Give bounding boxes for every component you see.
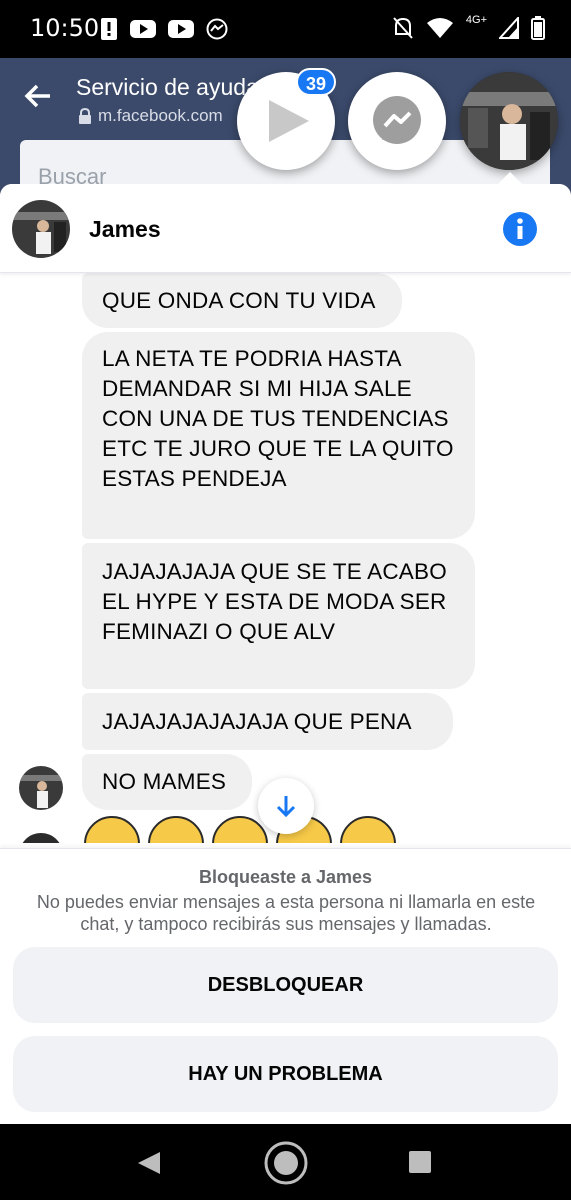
- messenger-icon: [373, 96, 421, 144]
- chat-header: James: [0, 184, 571, 273]
- page-url: m.facebook.com: [98, 106, 223, 125]
- emoji-message[interactable]: [84, 816, 396, 843]
- scroll-down-button[interactable]: [258, 778, 314, 834]
- contact-avatar[interactable]: [12, 200, 70, 258]
- lock-icon: [79, 108, 91, 124]
- back-arrow-icon[interactable]: [24, 84, 52, 108]
- message-bubble[interactable]: LA NETA TE PODRIA HASTA DEMANDAR SI MI H…: [82, 332, 475, 539]
- nav-home-icon[interactable]: [263, 1140, 309, 1186]
- youtube-notification-icon-2: [168, 20, 194, 38]
- smiling-emoji-icon: [148, 816, 204, 843]
- sender-avatar: [22, 833, 60, 843]
- chat-head-pointer: [498, 172, 522, 184]
- smiling-emoji-icon: [84, 816, 140, 843]
- message-bubble[interactable]: NO MAMES: [82, 754, 252, 810]
- nav-back-icon[interactable]: [136, 1150, 162, 1176]
- blocked-title: Bloqueaste a James: [198, 867, 373, 887]
- contact-name: James: [89, 216, 161, 242]
- message-list: QUE ONDA CON TU VIDA LA NETA TE PODRIA H…: [0, 273, 571, 843]
- status-bar: 10:50 4G+: [0, 0, 571, 58]
- youtube-notification-icon: [130, 20, 156, 38]
- page-title: Servicio de ayuda: [76, 74, 259, 100]
- chat-panel: James QUE ONDA CON TU VIDA LA NETA TE PO…: [0, 184, 571, 1124]
- smiling-emoji-icon: [212, 816, 268, 843]
- wifi-icon: [426, 18, 453, 38]
- signal-icon: [499, 17, 519, 39]
- alert-notification-icon: [101, 18, 117, 40]
- battery-icon: [531, 16, 545, 40]
- message-bubble[interactable]: JAJAJAJAJAJAJA QUE PENA: [82, 693, 453, 750]
- info-icon[interactable]: [502, 211, 538, 247]
- nav-recents-icon[interactable]: [408, 1150, 432, 1174]
- messenger-chat-head[interactable]: [348, 72, 446, 170]
- message-bubble[interactable]: JAJAJAJAJA QUE SE TE ACABO EL HYPE Y EST…: [82, 543, 475, 689]
- blocked-notice: Bloqueaste a James No puedes enviar mens…: [0, 848, 571, 1124]
- report-problem-button[interactable]: HAY UN PROBLEMA: [13, 1036, 558, 1112]
- notification-badge: 39: [296, 68, 336, 96]
- status-time: 10:50: [30, 14, 100, 42]
- james-chat-head[interactable]: [460, 72, 558, 170]
- smiling-emoji-icon: [340, 816, 396, 843]
- network-type: 4G+: [465, 14, 487, 26]
- sender-avatar: [19, 766, 63, 810]
- message-bubble[interactable]: QUE ONDA CON TU VIDA: [82, 273, 402, 328]
- messenger-notification-icon: [206, 18, 228, 40]
- arrow-down-icon: [276, 796, 296, 818]
- unblock-button[interactable]: DESBLOQUEAR: [13, 947, 558, 1023]
- navigation-bar: [0, 1124, 571, 1200]
- mute-icon: [393, 17, 413, 39]
- james-avatar: [460, 72, 558, 170]
- blocked-description: No puedes enviar mensajes a esta persona…: [36, 892, 536, 934]
